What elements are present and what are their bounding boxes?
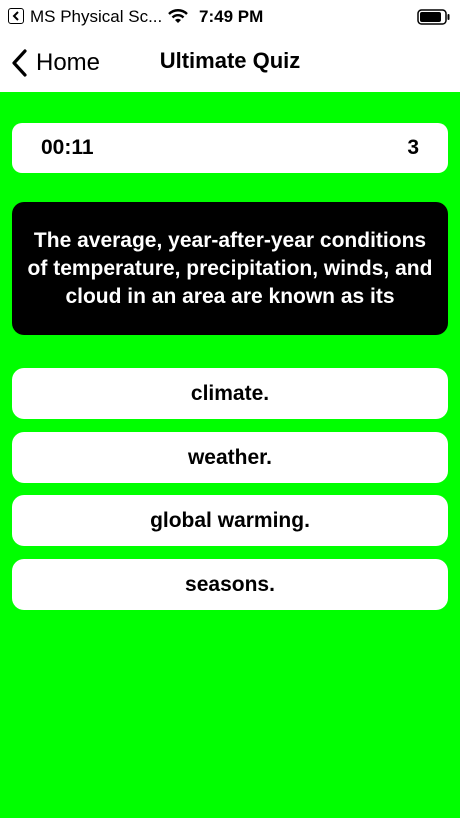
- answer-label: seasons.: [185, 572, 275, 596]
- question-card: The average, year-after-year conditions …: [12, 202, 448, 335]
- answer-label: climate.: [190, 381, 270, 405]
- status-bar: MS Physical Sc... 7:49 PM: [0, 0, 460, 34]
- status-time: 7:49 PM: [199, 7, 264, 26]
- answer-button-1[interactable]: climate.: [12, 368, 448, 419]
- answer-button-3[interactable]: global warming.: [12, 495, 448, 546]
- answer-label: weather.: [187, 445, 273, 469]
- answer-button-2[interactable]: weather.: [12, 432, 448, 483]
- status-app-name: MS Physical Sc...: [30, 7, 163, 26]
- page-title: Ultimate Quiz: [0, 48, 460, 74]
- wifi-icon: [168, 9, 188, 23]
- timer-score-bar: 00:11 3: [12, 123, 448, 173]
- answer-label: global warming.: [150, 508, 310, 532]
- answer-button-4[interactable]: seasons.: [12, 559, 448, 610]
- back-to-app-icon[interactable]: [8, 8, 24, 24]
- navigation-bar: Home Ultimate Quiz: [0, 34, 460, 92]
- question-text: The average, year-after-year conditions …: [27, 228, 433, 308]
- quiz-area: 00:11 3 The average, year-after-year con…: [0, 92, 460, 818]
- timer-value: 00:11: [41, 136, 94, 159]
- battery-icon: [417, 9, 450, 25]
- score-value: 3: [407, 136, 419, 159]
- page-title-text: Ultimate Quiz: [159, 48, 301, 73]
